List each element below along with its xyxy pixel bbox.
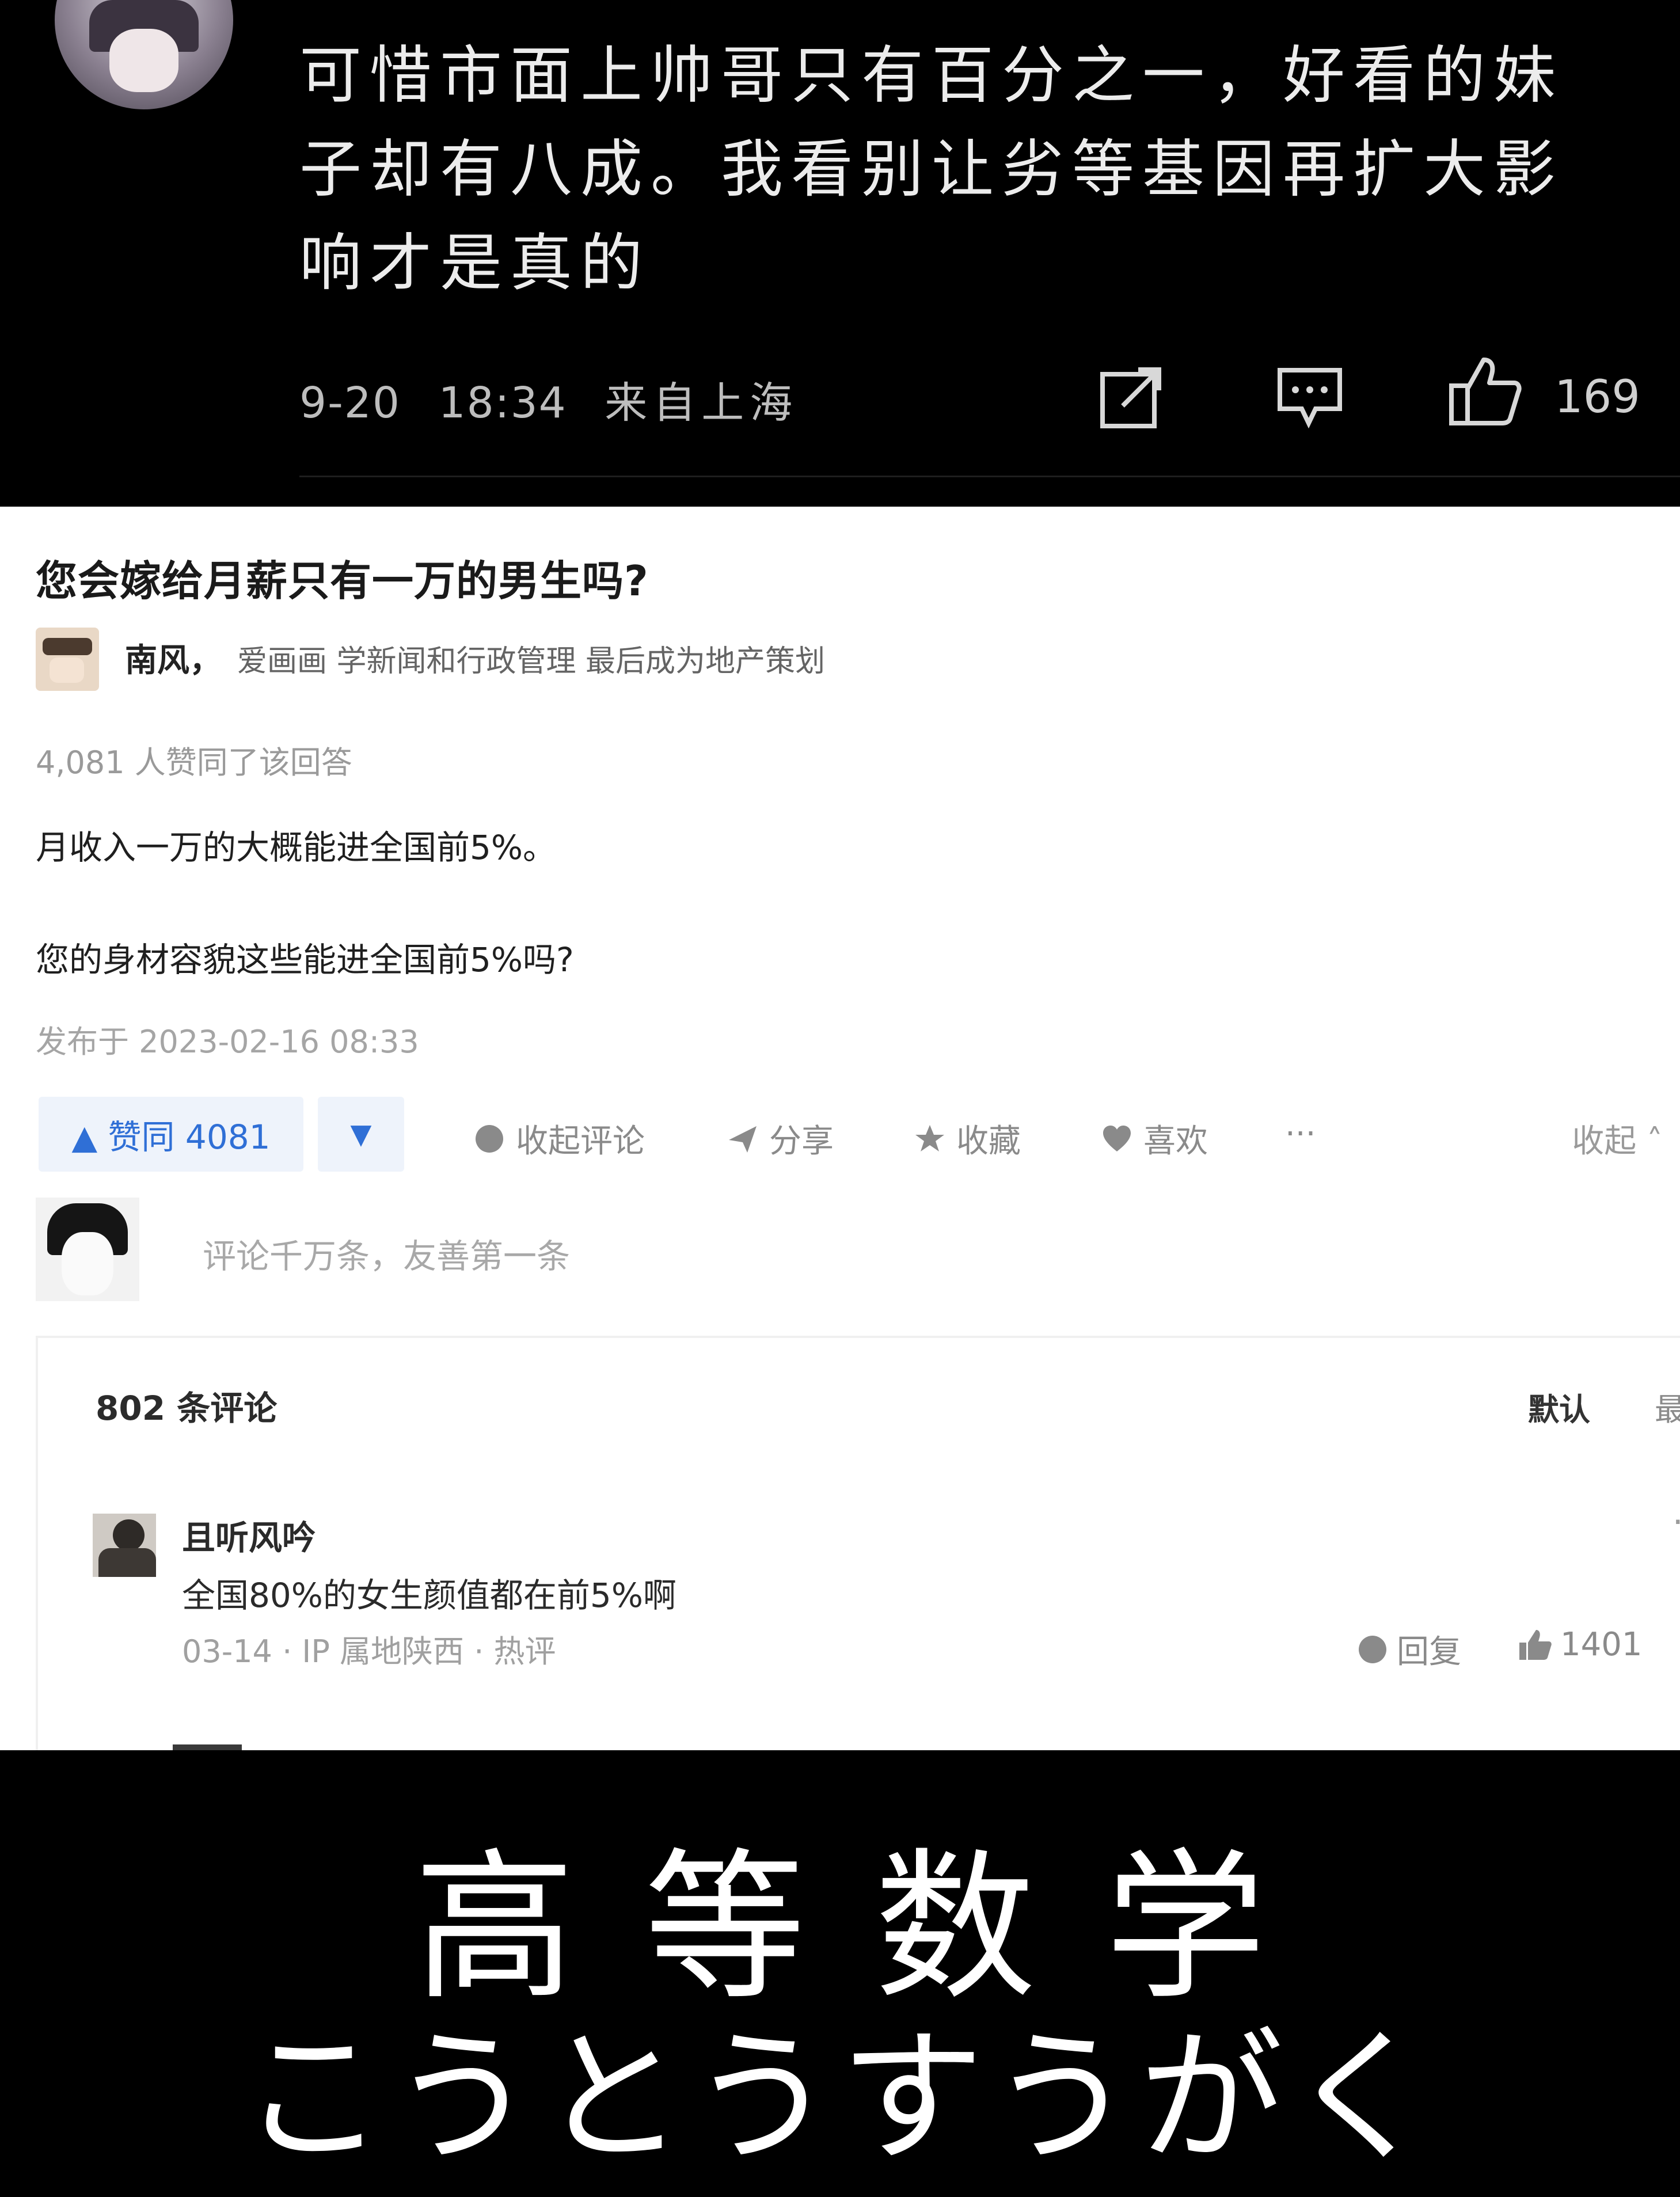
author-bio: 爱画画 学新闻和行政管理 最后成为地产策划 [237, 644, 826, 679]
comment-like-count: 1401 [1560, 1626, 1643, 1663]
reply-bubble-icon [1359, 1635, 1386, 1663]
comment-avatar[interactable] [93, 1514, 156, 1577]
author-avatar[interactable] [36, 628, 99, 691]
thumbs-up-icon[interactable] [1448, 354, 1523, 429]
comments-panel: 802 条评论 默认 最新 且听风吟 全国80%的女生颜值都在前5%啊 03-1… [36, 1336, 1680, 1750]
thumbs-up-icon [1519, 1629, 1552, 1660]
answer-paragraph-2: 您的身材容貌这些能进全国前5%吗? [36, 940, 574, 979]
author-row: 南风， 爱画画 学新闻和行政管理 最后成为地产策划 [36, 628, 1590, 691]
reply-label: 回复 [1397, 1633, 1461, 1671]
like-button[interactable]: 喜欢 [1101, 1115, 1208, 1162]
divider [299, 476, 1680, 477]
comment-like-button[interactable]: 1401 [1518, 1626, 1643, 1663]
share-button[interactable]: 分享 [727, 1115, 834, 1162]
comment-date: 9-20 [299, 378, 401, 428]
more-button[interactable]: ··· [1285, 1115, 1316, 1153]
star-icon [915, 1124, 944, 1151]
action-bar: ▲ 赞同 4081 ▼ 收起评论 分享 收藏 喜欢 ··· 收起 ˄ [36, 1097, 1680, 1177]
question-title[interactable]: 您会嫁给月薪只有一万的男生吗? [36, 547, 649, 607]
collapse-comments-button[interactable]: 收起评论 [473, 1115, 645, 1162]
comment-more-button[interactable]: ··· [1673, 1502, 1680, 1542]
collapse-comments-label: 收起评论 [516, 1123, 645, 1160]
paper-plane-icon [729, 1126, 757, 1153]
caption-kana: こうとうすうがく [241, 2014, 1439, 2181]
publish-time: 发布于 2023-02-16 08:33 [36, 1024, 419, 1060]
comment-text: 全国80%的女生颜值都在前5%啊 [182, 1576, 676, 1615]
top-comment: 可惜市面上帅哥只有百分之一，好看的妹子却有八成。我看别让劣等基因再扩大影响才是真… [0, 0, 1680, 505]
author-name[interactable]: 南风， [125, 634, 222, 681]
cropped-next-avatar [173, 1744, 242, 1750]
upvote-button[interactable]: ▲ 赞同 4081 [39, 1097, 303, 1172]
comment-meta: 03-14 · IP 属地陕西 · 热评 [182, 1633, 556, 1670]
user-avatar [36, 1198, 139, 1301]
comment-time: 18:34 [438, 378, 567, 428]
like-label: 喜欢 [1143, 1123, 1208, 1160]
downvote-button[interactable]: ▼ [318, 1097, 404, 1172]
collapse-button[interactable]: 收起 ˄ [1572, 1115, 1663, 1162]
top-comment-text: 可惜市面上帅哥只有百分之一，好看的妹子却有八成。我看别让劣等基因再扩大影响才是真… [299, 40, 1564, 299]
comment-icon[interactable] [1275, 366, 1344, 429]
like-count: 169 [1554, 371, 1640, 423]
commenter-avatar[interactable] [55, 0, 233, 109]
sort-default-tab[interactable]: 默认 [1528, 1384, 1590, 1430]
sort-newest-tab[interactable]: 最新 [1655, 1384, 1680, 1430]
answer-screenshot: 您会嫁给月薪只有一万的男生吗? 南风， 爱画画 学新闻和行政管理 最后成为地产策… [0, 507, 1680, 1750]
share-icon[interactable] [1097, 363, 1166, 432]
top-comment-meta: 9-20 18:34 来自上海 [299, 368, 798, 430]
favorite-button[interactable]: 收藏 [914, 1115, 1021, 1162]
caption-panel: 高等数学 こうとうすうがく [0, 1750, 1680, 2197]
share-label: 分享 [769, 1123, 834, 1160]
answer-paragraph-1: 月收入一万的大概能进全国前5%。 [36, 828, 557, 867]
heart-icon [1103, 1125, 1131, 1151]
comment-location: 来自上海 [605, 378, 799, 428]
reply-button[interactable]: 回复 [1356, 1626, 1461, 1673]
favorite-label: 收藏 [956, 1123, 1021, 1160]
comment-username[interactable]: 且听风吟 [182, 1511, 316, 1559]
comment-bubble-icon [476, 1124, 503, 1153]
comment-input-row: 评论千万条，友善第一条 [36, 1198, 1360, 1301]
comment-input[interactable]: 评论千万条，友善第一条 [203, 1229, 570, 1278]
agree-count: 4,081 人赞同了该回答 [36, 744, 352, 781]
comments-count: 802 条评论 [96, 1389, 278, 1428]
